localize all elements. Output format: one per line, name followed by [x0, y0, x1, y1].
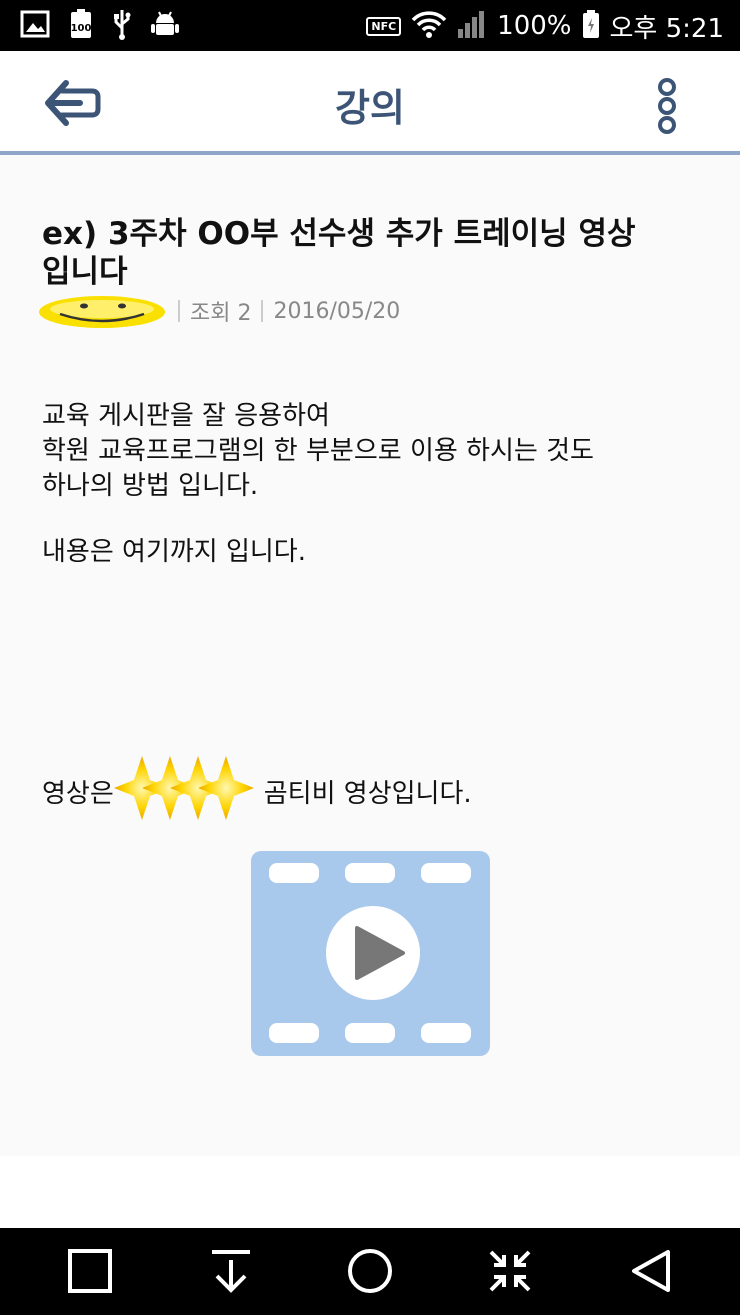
video-play-icon — [251, 851, 490, 1056]
post-content: ex) 3주차 OO부 선수생 추가 트레이닝 영상 입니다 조회 2 2016… — [0, 159, 740, 1156]
bottom-spacer — [0, 1156, 740, 1228]
video-caption: 영상은 곰티비 영상입니다. — [42, 756, 472, 820]
usb-icon — [112, 8, 132, 44]
meta-divider — [261, 300, 264, 322]
battery-percent: 100% — [497, 11, 572, 41]
home-button[interactable] — [347, 1248, 393, 1294]
page-title: 강의 — [335, 86, 405, 130]
notification-pull-button[interactable] — [208, 1248, 254, 1294]
app-bar: 강의 — [0, 51, 740, 155]
collapse-icon — [489, 1250, 531, 1292]
svg-text:100: 100 — [71, 23, 92, 34]
wifi-icon — [411, 10, 447, 42]
post-date: 2016/05/20 — [273, 298, 401, 324]
post-body-end: 내용은 여기까지 입니다. — [42, 537, 306, 567]
post-body: 교육 게시판을 잘 응용하여 학원 교육프로그램의 한 부분으로 이용 하시는 … — [42, 401, 594, 501]
back-triangle-icon — [632, 1250, 670, 1292]
dual-window-button[interactable] — [487, 1248, 533, 1294]
battery-icon — [582, 9, 600, 43]
caption-prefix: 영상은 — [42, 778, 114, 809]
recents-button[interactable] — [67, 1248, 113, 1294]
author-avatar — [38, 295, 168, 328]
signal-icon — [457, 9, 487, 43]
download-icon — [212, 1250, 250, 1293]
post-title: ex) 3주차 OO부 선수생 추가 트레이닝 영상 입니다 — [42, 216, 636, 290]
nfc-icon: NFC — [366, 16, 402, 36]
more-vertical-icon — [658, 78, 676, 134]
battery-100-icon: 100 — [68, 9, 94, 43]
home-circle-icon — [348, 1249, 392, 1293]
gallery-icon — [20, 10, 50, 42]
more-options-button[interactable] — [650, 77, 684, 135]
meta-divider — [178, 300, 180, 322]
post-meta: 조회 2 2016/05/20 — [38, 295, 401, 328]
view-count: 조회 2 — [190, 301, 252, 326]
smiley-face-icon — [39, 296, 165, 328]
navigation-bar — [0, 1228, 740, 1315]
clock: 오후 5:21 — [609, 13, 725, 44]
sparkle-stars-icon — [113, 756, 254, 820]
android-debug-icon — [150, 9, 180, 43]
back-nav-button[interactable] — [628, 1248, 674, 1294]
redaction-stars — [113, 756, 264, 820]
caption-suffix: 곰티비 영상입니다. — [263, 778, 472, 809]
status-bar: 100 NFC 100% 오후 5:21 — [0, 0, 740, 51]
video-thumbnail[interactable] — [251, 851, 490, 1056]
square-icon — [68, 1249, 112, 1293]
